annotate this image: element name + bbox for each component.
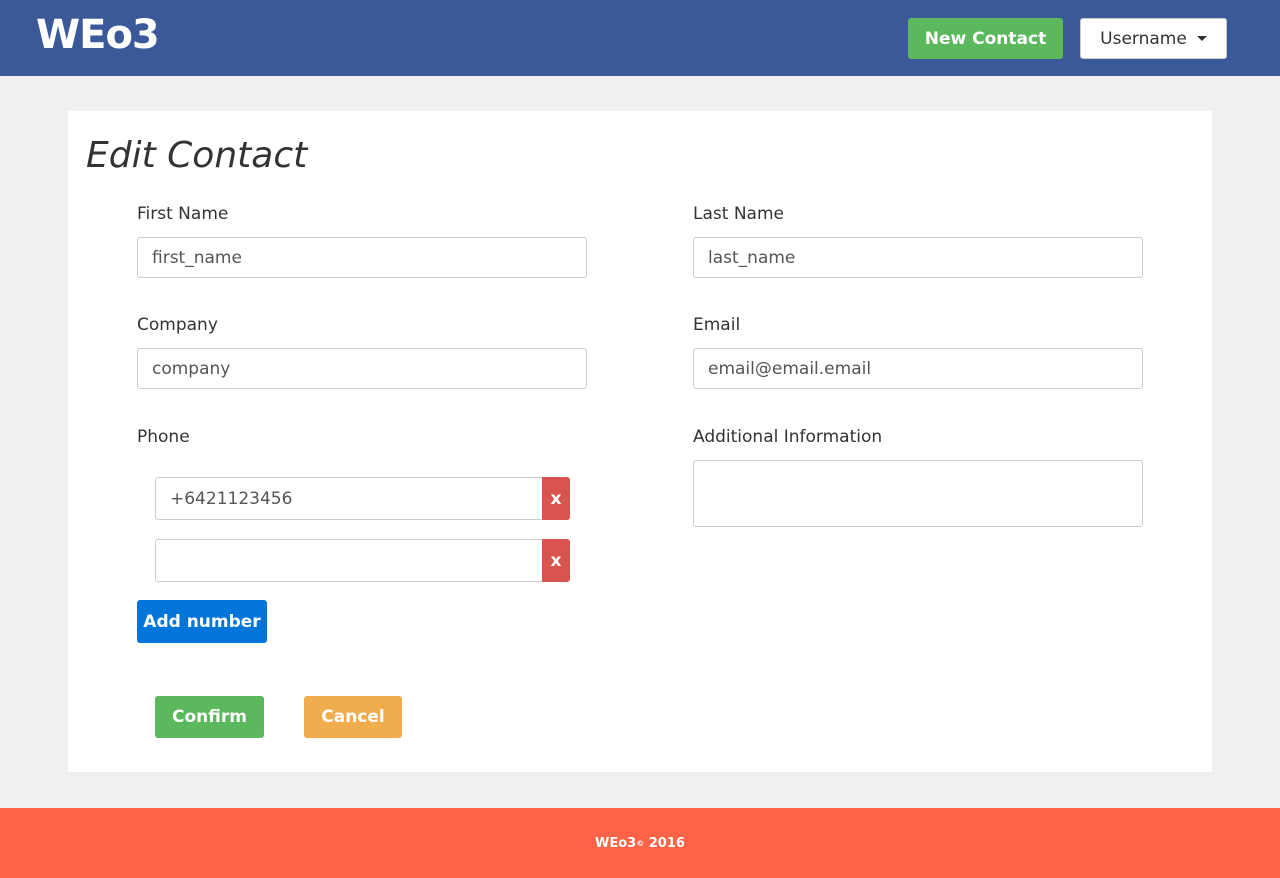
footer: WEo3 © 2016 — [0, 808, 1280, 878]
caret-down-icon — [1196, 36, 1207, 41]
copyright-symbol: © — [636, 838, 645, 848]
email-label: Email — [693, 315, 741, 335]
username-label: Username — [1100, 28, 1187, 49]
company-label: Company — [137, 315, 218, 335]
navbar: WEo3 New Contact Username — [0, 0, 1280, 76]
phone-input[interactable]: +6421123456 — [155, 477, 543, 520]
username-dropdown[interactable]: Username — [1080, 18, 1227, 59]
first-name-label: First Name — [137, 204, 229, 224]
phone-label: Phone — [137, 427, 190, 447]
brand-logo[interactable]: WEo3 — [36, 12, 160, 58]
new-contact-button[interactable]: New Contact — [908, 18, 1063, 59]
remove-phone-button[interactable]: x — [542, 539, 570, 582]
add-number-button[interactable]: Add number — [137, 600, 267, 643]
footer-year: 2016 — [648, 835, 685, 851]
footer-brand: WEo3 — [595, 835, 637, 851]
email-input[interactable]: email@email.email — [693, 348, 1143, 389]
first-name-input[interactable]: first_name — [137, 237, 587, 278]
additional-info-textarea[interactable] — [693, 460, 1143, 527]
last-name-input[interactable]: last_name — [693, 237, 1143, 278]
remove-phone-button[interactable]: x — [542, 477, 570, 520]
page-title: Edit Contact — [86, 135, 308, 176]
confirm-button[interactable]: Confirm — [155, 696, 264, 738]
company-input[interactable]: company — [137, 348, 587, 389]
cancel-button[interactable]: Cancel — [304, 696, 402, 738]
edit-contact-card: Edit Contact First Name first_name Last … — [68, 111, 1212, 772]
phone-input[interactable] — [155, 539, 543, 582]
last-name-label: Last Name — [693, 204, 784, 224]
additional-info-label: Additional Information — [693, 427, 883, 447]
